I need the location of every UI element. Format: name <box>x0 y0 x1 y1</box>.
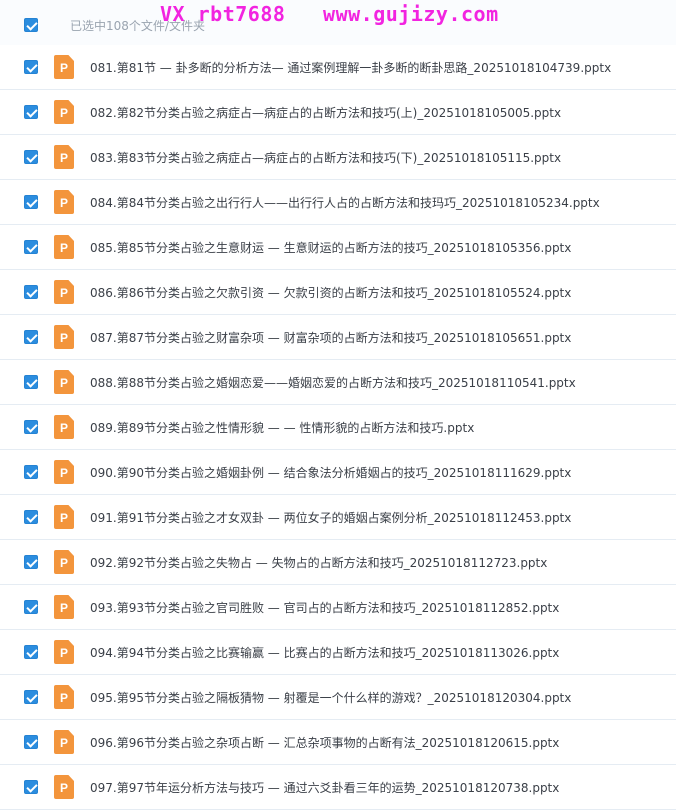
pptx-file-icon: P <box>54 775 74 799</box>
file-checkbox[interactable] <box>24 555 38 569</box>
file-name[interactable]: 088.第88节分类占验之婚姻恋爱——婚姻恋爱的占断方法和技巧_20251018… <box>90 374 576 391</box>
file-checkbox[interactable] <box>24 150 38 164</box>
file-icon-letter: P <box>59 646 68 660</box>
file-name[interactable]: 085.第85节分类占验之生意财运 — 生意财运的占断方法的技巧_2025101… <box>90 239 571 256</box>
file-row[interactable]: P 081.第81节 — 卦多断的分析方法— 通过案例理解一卦多断的断卦思路_20… <box>0 45 676 90</box>
file-name[interactable]: 083.第83节分类占验之病症占—病症占的占断方法和技巧(下)_20251018… <box>90 149 561 166</box>
file-icon-letter: P <box>59 151 68 165</box>
file-checkbox[interactable] <box>24 645 38 659</box>
file-icon-letter: P <box>59 511 68 525</box>
pptx-file-icon: P <box>54 550 74 574</box>
file-row[interactable]: P 096.第96节分类占验之杂项占断 — 汇总杂项事物的占断有法_2025101… <box>0 720 676 765</box>
pptx-file-icon: P <box>54 55 74 79</box>
file-row[interactable]: P 093.第93节分类占验之官司胜败 — 官司占的占断方法和技巧_2025101… <box>0 585 676 630</box>
file-row[interactable]: P 086.第86节分类占验之欠款引资 — 欠款引资的占断方法和技巧_202510… <box>0 270 676 315</box>
pptx-file-icon: P <box>54 460 74 484</box>
file-checkbox[interactable] <box>24 690 38 704</box>
file-checkbox[interactable] <box>24 600 38 614</box>
file-name[interactable]: 096.第96节分类占验之杂项占断 — 汇总杂项事物的占断有法_20251018… <box>90 734 559 751</box>
file-checkbox[interactable] <box>24 375 38 389</box>
file-row[interactable]: P 088.第88节分类占验之婚姻恋爱——婚姻恋爱的占断方法和技巧_2025101… <box>0 360 676 405</box>
pptx-file-icon: P <box>54 190 74 214</box>
file-row[interactable]: P 094.第94节分类占验之比赛输赢 — 比赛占的占断方法和技巧_2025101… <box>0 630 676 675</box>
file-row[interactable]: P 092.第92节分类占验之失物占 — 失物占的占断方法和技巧_20251018… <box>0 540 676 585</box>
select-all-checkbox[interactable] <box>24 18 38 32</box>
file-row[interactable]: P 084.第84节分类占验之出行行人——出行行人占的占断方法和技玛巧_20251… <box>0 180 676 225</box>
file-checkbox[interactable] <box>24 420 38 434</box>
file-row[interactable]: P 085.第85节分类占验之生意财运 — 生意财运的占断方法的技巧_202510… <box>0 225 676 270</box>
file-checkbox[interactable] <box>24 735 38 749</box>
pptx-file-icon: P <box>54 100 74 124</box>
file-icon-letter: P <box>59 781 68 795</box>
file-checkbox[interactable] <box>24 330 38 344</box>
file-checkbox[interactable] <box>24 285 38 299</box>
file-icon-letter: P <box>59 466 68 480</box>
file-row[interactable]: P 090.第90节分类占验之婚姻卦例 — 结合象法分析婚姻占的技巧_202510… <box>0 450 676 495</box>
file-name[interactable]: 092.第92节分类占验之失物占 — 失物占的占断方法和技巧_202510181… <box>90 554 547 571</box>
file-name[interactable]: 095.第95节分类占验之隔板猜物 — 射覆是一个什么样的游戏？_2025101… <box>90 689 571 706</box>
file-checkbox[interactable] <box>24 105 38 119</box>
file-icon-letter: P <box>59 331 68 345</box>
file-icon-letter: P <box>59 556 68 570</box>
file-name[interactable]: 090.第90节分类占验之婚姻卦例 — 结合象法分析婚姻占的技巧_2025101… <box>90 464 571 481</box>
file-icon-letter: P <box>59 196 68 210</box>
selection-header: 已选中108个文件/文件夹 VX rbt7688 www.gujizy.com <box>0 0 676 46</box>
file-name[interactable]: 082.第82节分类占验之病症占—病症占的占断方法和技巧(上)_20251018… <box>90 104 561 121</box>
file-icon-letter: P <box>59 241 68 255</box>
pptx-file-icon: P <box>54 280 74 304</box>
file-name[interactable]: 093.第93节分类占验之官司胜败 — 官司占的占断方法和技巧_20251018… <box>90 599 559 616</box>
file-icon-letter: P <box>59 601 68 615</box>
file-checkbox[interactable] <box>24 465 38 479</box>
file-name[interactable]: 091.第91节分类占验之才女双卦 — 两位女子的婚姻占案例分析_2025101… <box>90 509 571 526</box>
file-row[interactable]: P 083.第83节分类占验之病症占—病症占的占断方法和技巧(下)_2025101… <box>0 135 676 180</box>
file-row[interactable]: P 082.第82节分类占验之病症占—病症占的占断方法和技巧(上)_2025101… <box>0 90 676 135</box>
file-list: P 081.第81节 — 卦多断的分析方法— 通过案例理解一卦多断的断卦思路_20… <box>0 45 676 810</box>
file-row[interactable]: P 087.第87节分类占验之财富杂项 — 财富杂项的占断方法和技巧_202510… <box>0 315 676 360</box>
file-checkbox[interactable] <box>24 780 38 794</box>
file-name[interactable]: 084.第84节分类占验之出行行人——出行行人占的占断方法和技玛巧_202510… <box>90 194 600 211</box>
file-name[interactable]: 097.第97节年运分析方法与技巧 — 通过六爻卦看三年的运势_20251018… <box>90 779 559 796</box>
file-icon-letter: P <box>59 106 68 120</box>
file-icon-letter: P <box>59 61 68 75</box>
file-icon-letter: P <box>59 376 68 390</box>
file-row[interactable]: P 091.第91节分类占验之才女双卦 — 两位女子的婚姻占案例分析_202510… <box>0 495 676 540</box>
pptx-file-icon: P <box>54 370 74 394</box>
file-name[interactable]: 086.第86节分类占验之欠款引资 — 欠款引资的占断方法和技巧_2025101… <box>90 284 571 301</box>
file-checkbox[interactable] <box>24 510 38 524</box>
file-name[interactable]: 081.第81节 — 卦多断的分析方法— 通过案例理解一卦多断的断卦思路_202… <box>90 59 611 76</box>
pptx-file-icon: P <box>54 640 74 664</box>
file-row[interactable]: P 095.第95节分类占验之隔板猜物 — 射覆是一个什么样的游戏？_202510… <box>0 675 676 720</box>
pptx-file-icon: P <box>54 235 74 259</box>
pptx-file-icon: P <box>54 730 74 754</box>
file-row[interactable]: P 097.第97节年运分析方法与技巧 — 通过六爻卦看三年的运势_2025101… <box>0 765 676 810</box>
file-name[interactable]: 087.第87节分类占验之财富杂项 — 财富杂项的占断方法和技巧_2025101… <box>90 329 571 346</box>
pptx-file-icon: P <box>54 685 74 709</box>
pptx-file-icon: P <box>54 325 74 349</box>
file-icon-letter: P <box>59 286 68 300</box>
file-icon-letter: P <box>59 421 68 435</box>
file-checkbox[interactable] <box>24 240 38 254</box>
file-icon-letter: P <box>59 691 68 705</box>
file-name[interactable]: 094.第94节分类占验之比赛输赢 — 比赛占的占断方法和技巧_20251018… <box>90 644 559 661</box>
pptx-file-icon: P <box>54 415 74 439</box>
pptx-file-icon: P <box>54 595 74 619</box>
file-row[interactable]: P 089.第89节分类占验之性情形貌 — — 性情形貌的占断方法和技巧.pptx <box>0 405 676 450</box>
file-name[interactable]: 089.第89节分类占验之性情形貌 — — 性情形貌的占断方法和技巧.pptx <box>90 419 474 436</box>
pptx-file-icon: P <box>54 505 74 529</box>
file-checkbox[interactable] <box>24 60 38 74</box>
file-checkbox[interactable] <box>24 195 38 209</box>
file-icon-letter: P <box>59 736 68 750</box>
pptx-file-icon: P <box>54 145 74 169</box>
watermark-text: VX rbt7688 www.gujizy.com <box>160 2 499 26</box>
